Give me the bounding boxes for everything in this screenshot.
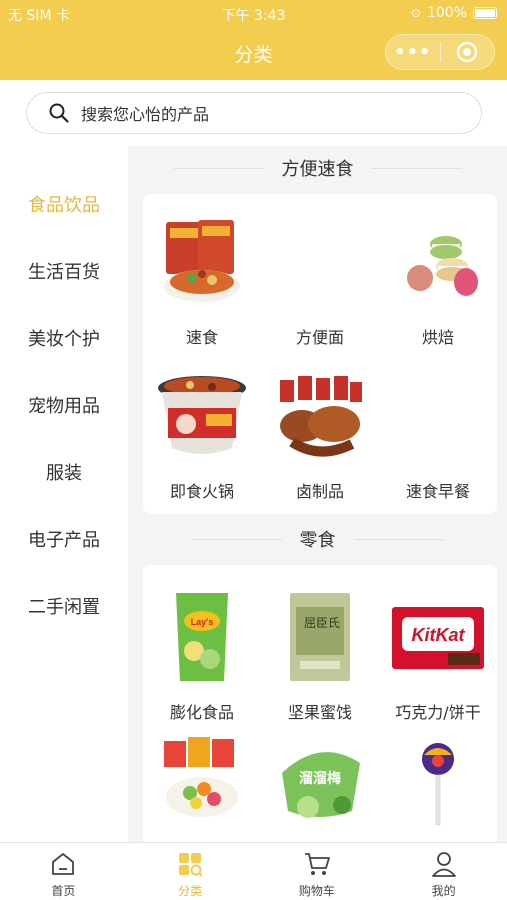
lollipop-image <box>388 731 488 831</box>
tab-label: 分类 <box>178 884 203 898</box>
subcategory-item[interactable]: 溜溜梅 <box>261 731 379 842</box>
lock-rotation-icon: ⊙ <box>410 6 421 20</box>
subcategory-item[interactable]: 即食火锅 <box>143 366 261 502</box>
subcategory-item[interactable]: 速食 <box>143 212 261 348</box>
top-bar: 无 SIM 卡 下午 3:43 ⊙ 100% 分类 ••• <box>0 0 507 80</box>
empty-image <box>270 212 370 312</box>
chips-bag-image: Lay's <box>152 587 252 687</box>
category-sidebar: 食品饮品 生活百货 美妆个护 宠物用品 服装 电子产品 二手闲置 <box>0 146 128 842</box>
section-title-instant: 方便速食 <box>128 148 507 188</box>
subcategory-label: 烘焙 <box>421 328 454 347</box>
plum-brand-text: 溜溜梅 <box>299 770 341 787</box>
subcategory-label: 速食早餐 <box>405 482 470 501</box>
divider-line <box>371 167 462 169</box>
subcategory-label: 即食火锅 <box>169 482 234 501</box>
sidebar-item-secondhand[interactable]: 二手闲置 <box>0 588 128 628</box>
tab-label: 首页 <box>51 884 76 898</box>
divider-line <box>173 167 264 169</box>
subcategory-label: 巧克力/饼干 <box>395 703 481 722</box>
braised-snacks-image <box>270 366 370 466</box>
status-bar: 无 SIM 卡 下午 3:43 ⊙ 100% <box>0 0 507 26</box>
search-area: 搜索您心怡的产品 <box>0 80 507 146</box>
category-icon <box>179 853 203 877</box>
sidebar-item-daily[interactable]: 生活百货 <box>0 253 128 293</box>
subcategory-item[interactable]: KitKat 巧克力/饼干 <box>379 587 497 723</box>
search-placeholder: 搜索您心怡的产品 <box>81 105 210 124</box>
lays-logo-text: Lay's <box>191 617 214 627</box>
battery-area: ⊙ 100% <box>411 5 497 21</box>
section-title-snacks: 零食 <box>128 519 507 559</box>
subcategory-item[interactable]: 烘焙 <box>379 212 497 348</box>
sidebar-item-food[interactable]: 食品饮品 <box>0 186 128 226</box>
more-dots-icon[interactable]: ••• <box>386 42 440 63</box>
tab-home[interactable]: 首页 <box>0 843 127 900</box>
category-content: 方便速食 速食 方便面 烘焙 即食火锅 卤制品 速食早餐 零食 Lay's 膨化… <box>128 146 507 842</box>
pack-brand-text: 屈臣氏 <box>304 616 340 630</box>
section-title-text: 零食 <box>299 530 336 551</box>
subcategory-item[interactable]: 方便面 <box>261 212 379 348</box>
tab-cart[interactable]: 购物车 <box>254 843 381 900</box>
target-icon[interactable] <box>441 41 495 63</box>
sidebar-item-pets[interactable]: 宠物用品 <box>0 387 128 427</box>
subcategory-item[interactable]: Lay's 膨化食品 <box>143 587 261 723</box>
tab-label: 我的 <box>431 884 456 898</box>
kitkat-image: KitKat <box>388 587 488 687</box>
user-icon <box>431 852 456 877</box>
sidebar-item-beauty[interactable]: 美妆个护 <box>0 320 128 360</box>
mini-program-capsule: ••• <box>385 34 495 70</box>
battery-percent: 100% <box>426 5 467 21</box>
divider-line <box>191 538 282 540</box>
instant-food-image <box>152 212 252 312</box>
subcategory-card: 速食 方便面 烘焙 即食火锅 卤制品 速食早餐 <box>143 194 497 514</box>
bottom-tab-bar: 首页 分类 购物车 我的 <box>0 842 507 900</box>
subcategory-label: 方便面 <box>295 328 344 347</box>
subcategory-label: 膨化食品 <box>169 703 234 722</box>
sidebar-item-electronics[interactable]: 电子产品 <box>0 521 128 561</box>
tab-profile[interactable]: 我的 <box>380 843 507 900</box>
section-title-text: 方便速食 <box>281 159 354 180</box>
self-heating-hotpot-image <box>152 366 252 466</box>
home-icon <box>52 853 75 875</box>
divider-line <box>353 538 444 540</box>
subcategory-item[interactable]: 卤制品 <box>261 366 379 502</box>
search-icon <box>49 103 69 123</box>
macaron-image <box>388 212 488 312</box>
jelly-candy-image <box>152 731 252 831</box>
subcategory-item[interactable]: 屈臣氏 坚果蜜饯 <box>261 587 379 723</box>
subcategory-card: Lay's 膨化食品 屈臣氏 坚果蜜饯 KitKat 巧克力/饼干 溜溜梅 <box>143 565 497 842</box>
battery-icon <box>473 7 497 19</box>
plum-image: 溜溜梅 <box>270 731 370 831</box>
empty-image <box>388 366 488 466</box>
subcategory-item[interactable] <box>379 731 497 842</box>
subcategory-item[interactable]: 速食早餐 <box>379 366 497 502</box>
kitkat-logo-text: KitKat <box>412 625 466 645</box>
sidebar-item-clothing[interactable]: 服装 <box>0 454 128 494</box>
tab-category[interactable]: 分类 <box>127 843 254 900</box>
subcategory-label: 速食 <box>185 328 218 347</box>
subcategory-label: 坚果蜜饯 <box>287 703 352 722</box>
cart-icon <box>304 853 330 875</box>
subcategory-label: 卤制品 <box>295 482 344 501</box>
tab-label: 购物车 <box>298 884 335 898</box>
search-input[interactable]: 搜索您心怡的产品 <box>26 92 482 134</box>
subcategory-item[interactable] <box>143 731 261 842</box>
preserved-fruit-pack-image: 屈臣氏 <box>270 587 370 687</box>
